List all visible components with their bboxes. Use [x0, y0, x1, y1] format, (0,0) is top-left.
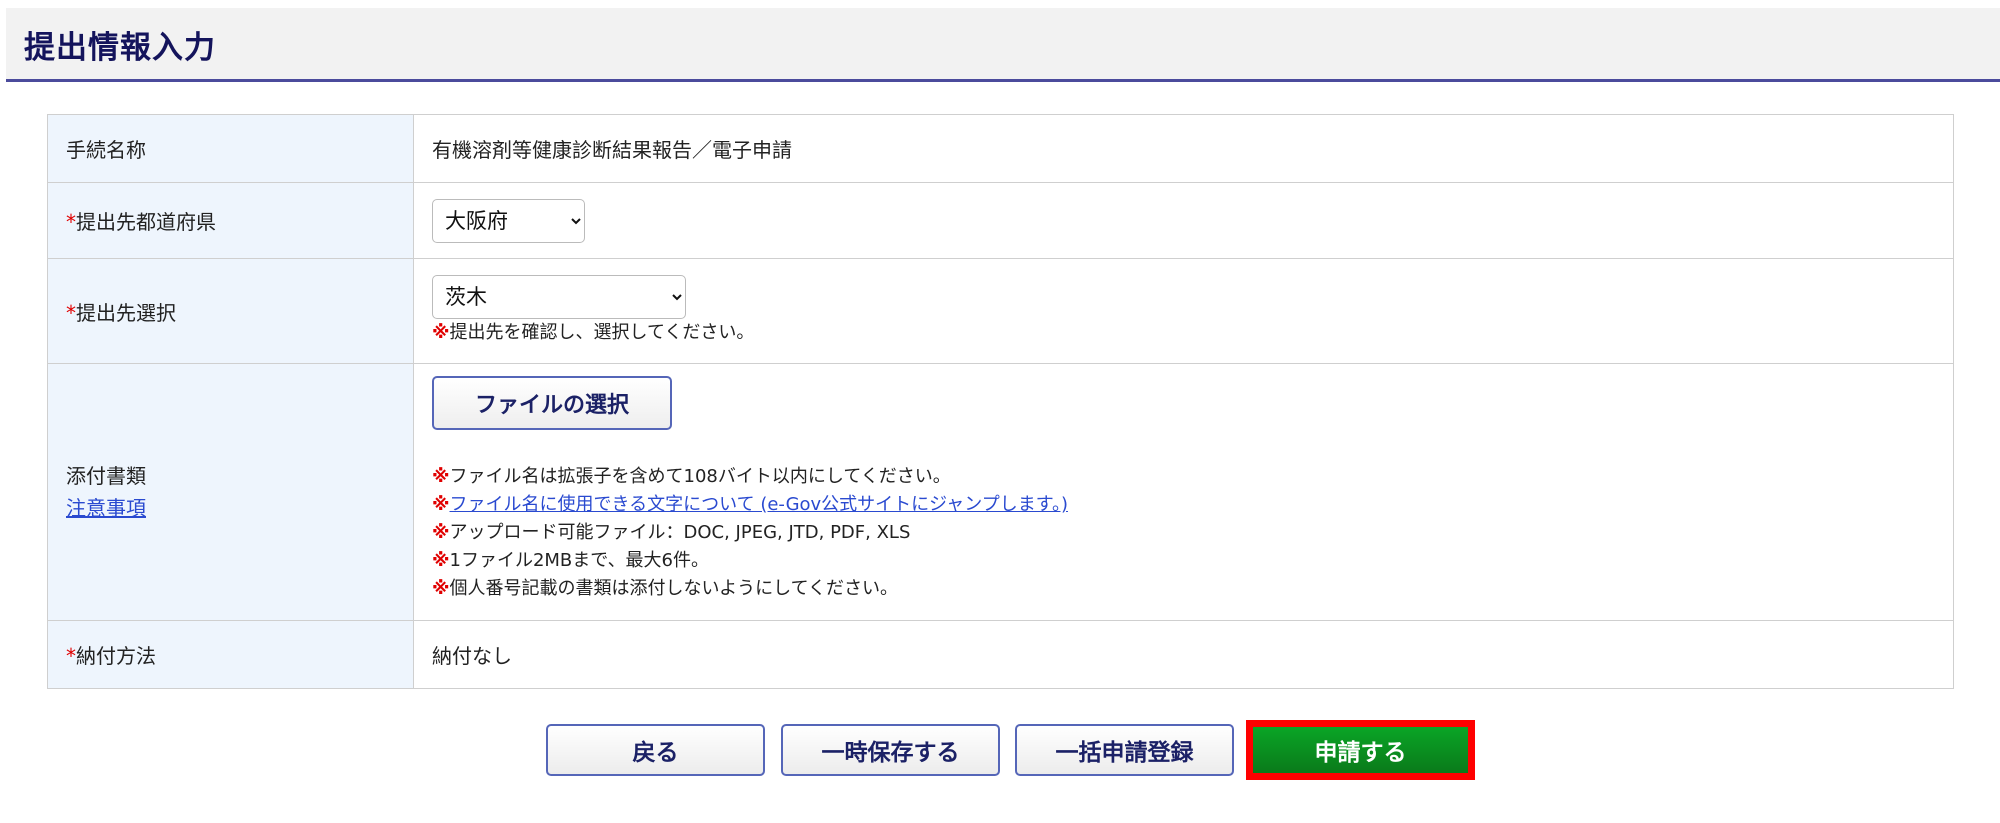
- prefecture-select[interactable]: 大阪府: [432, 198, 585, 243]
- file-select-button[interactable]: ファイルの選択: [432, 376, 672, 430]
- page-header: 提出情報入力: [6, 8, 2000, 82]
- submit-button[interactable]: 申請する: [1253, 727, 1468, 773]
- destination-select[interactable]: 茨木: [432, 275, 686, 319]
- row-procedure: 手続名称 有機溶剤等健康診断結果報告／電子申請: [47, 114, 1954, 183]
- page-title: 提出情報入力: [24, 30, 216, 66]
- attachment-note: ※アップロード可能ファイル：DOC, JPEG, JTD, PDF, XLS: [432, 522, 911, 543]
- procedure-label: 手続名称: [47, 114, 414, 183]
- destination-label: 提出先選択: [76, 300, 176, 325]
- row-prefecture: *提出先都道府県 大阪府: [47, 182, 1954, 259]
- payment-label: 納付方法: [76, 644, 156, 668]
- required-mark: *: [66, 210, 76, 234]
- row-payment: *納付方法 納付なし: [47, 620, 1954, 689]
- submit-highlight: 申請する: [1246, 720, 1475, 780]
- filename-chars-link[interactable]: ファイル名に使用できる文字について (e-Gov公式サイトにジャンプします。): [450, 494, 1068, 515]
- required-mark: *: [66, 300, 76, 325]
- prefecture-label: 提出先都道府県: [76, 210, 216, 234]
- attachments-label: 添付書類: [66, 464, 146, 488]
- save-draft-button[interactable]: 一時保存する: [781, 724, 1000, 776]
- batch-register-button[interactable]: 一括申請登録: [1015, 724, 1234, 776]
- attachment-note: ※ファイル名に使用できる文字について (e-Gov公式サイトにジャンプします。): [432, 494, 1068, 515]
- attachment-note: ※個人番号記載の書類は添付しないようにしてください。: [432, 578, 899, 599]
- row-destination: *提出先選択 茨木 ※提出先を確認し、選択してください。: [47, 258, 1954, 364]
- attachment-note: ※1ファイル2MBまで、最大6件。: [432, 550, 710, 571]
- required-mark: *: [66, 644, 76, 668]
- attachment-note: ※ファイル名は拡張子を含めて108バイト以内にしてください。: [432, 466, 951, 487]
- back-button[interactable]: 戻る: [546, 724, 765, 776]
- payment-value: 納付なし: [413, 620, 1954, 689]
- procedure-value: 有機溶剤等健康診断結果報告／電子申請: [413, 114, 1954, 183]
- caution-link[interactable]: 注意事項: [66, 496, 146, 520]
- destination-note: ※提出先を確認し、選択してください。: [432, 322, 755, 343]
- row-attachments: 添付書類 注意事項 ファイルの選択 ※ファイル名は拡張子を含めて108バイト以内…: [47, 363, 1954, 621]
- submission-form-table: 手続名称 有機溶剤等健康診断結果報告／電子申請 *提出先都道府県 大阪府 *提出…: [47, 114, 1954, 689]
